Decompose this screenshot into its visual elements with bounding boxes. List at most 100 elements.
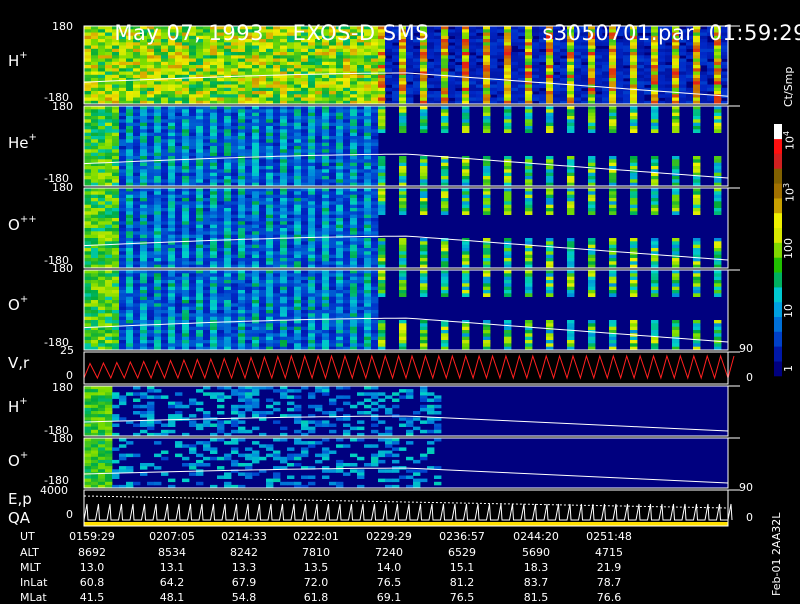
heatmap-cell <box>630 194 638 199</box>
heatmap-cell <box>161 71 169 76</box>
heatmap-cell <box>147 109 155 113</box>
heatmap-cell <box>154 84 162 89</box>
heatmap-cell <box>623 58 631 63</box>
heatmap-cell <box>315 129 323 133</box>
heatmap-cell <box>105 156 113 160</box>
heatmap-cell <box>189 91 197 95</box>
heatmap-cell <box>504 42 512 46</box>
heatmap-cell <box>322 74 330 79</box>
heatmap-cell <box>91 52 99 56</box>
heatmap-cell <box>91 126 99 130</box>
heatmap-cell <box>182 201 190 205</box>
heatmap-cell <box>189 211 197 215</box>
heatmap-cell <box>525 122 533 127</box>
heatmap-cell <box>462 106 470 110</box>
heatmap-cell <box>84 273 92 277</box>
heatmap-cell <box>140 129 148 133</box>
heatmap-cell <box>133 152 141 157</box>
heatmap-cell <box>350 116 358 120</box>
heatmap-cell <box>399 97 407 102</box>
heatmap-cell <box>238 231 246 235</box>
heatmap-cell <box>371 122 379 127</box>
heatmap-cell <box>84 254 92 259</box>
heatmap-cell <box>336 238 344 242</box>
heatmap-cell <box>322 179 330 183</box>
heatmap-cell <box>469 58 477 63</box>
heatmap-cell <box>112 61 120 66</box>
heatmap-cell <box>189 132 197 137</box>
heatmap-cell <box>553 84 561 89</box>
heatmap-cell <box>315 122 323 127</box>
heatmap-cell <box>462 26 470 30</box>
heatmap-cell <box>224 201 232 205</box>
heatmap-cell <box>98 258 106 262</box>
heatmap-cell <box>413 84 421 89</box>
heatmap-cell <box>490 42 498 46</box>
heatmap-cell <box>203 55 211 59</box>
heatmap-cell <box>364 191 372 195</box>
heatmap-cell <box>203 146 211 150</box>
heatmap-cell <box>672 97 680 102</box>
heatmap-cell <box>133 87 141 92</box>
heatmap-cell <box>266 176 274 180</box>
heatmap-cell <box>231 198 239 202</box>
heatmap-cell <box>175 52 183 56</box>
heatmap-cell <box>630 188 638 192</box>
heatmap-cell <box>119 172 127 177</box>
heatmap-cell <box>343 109 351 113</box>
heatmap-cell <box>140 91 148 95</box>
heatmap-cell <box>196 159 204 163</box>
heatmap-cell <box>308 211 316 215</box>
heatmap-cell <box>385 58 393 63</box>
heatmap-cell <box>329 45 337 50</box>
heatmap-cell <box>301 191 309 195</box>
heatmap-cell <box>231 48 239 53</box>
heatmap-cell <box>287 251 295 255</box>
heatmap-cell <box>329 119 337 123</box>
heatmap-cell <box>161 156 169 160</box>
heatmap-cell <box>672 169 680 173</box>
heatmap-cell <box>238 94 246 98</box>
heatmap-cell <box>126 149 134 153</box>
heatmap-cell <box>217 258 225 262</box>
heatmap-cell <box>287 136 295 140</box>
heatmap-cell <box>238 91 246 95</box>
heatmap-cell <box>441 81 449 85</box>
heatmap-cell <box>343 188 351 192</box>
heatmap-cell <box>140 116 148 120</box>
heatmap-cell <box>567 254 575 259</box>
heatmap-cell <box>693 258 701 262</box>
heatmap-cell <box>140 198 148 202</box>
heatmap-cell <box>399 238 407 242</box>
heatmap-cell <box>462 39 470 43</box>
heatmap-cell <box>399 109 407 113</box>
heatmap-cell <box>105 300 113 304</box>
heatmap-cell <box>525 58 533 63</box>
heatmap-cell <box>140 270 148 274</box>
heatmap-cell <box>168 198 176 202</box>
heatmap-cell <box>462 116 470 120</box>
heatmap-cell <box>322 231 330 235</box>
heatmap-cell <box>91 172 99 177</box>
heatmap-cell <box>553 97 561 102</box>
heatmap-cell <box>112 224 120 229</box>
heatmap-cell <box>329 81 337 85</box>
heatmap-cell <box>371 198 379 202</box>
heatmap-cell <box>224 55 232 59</box>
heatmap-cell <box>329 224 337 229</box>
heatmap-cell <box>105 71 113 76</box>
heatmap-cell <box>364 52 372 56</box>
heatmap-cell <box>140 234 148 239</box>
heatmap-cell <box>133 261 141 265</box>
heatmap-cell <box>504 238 512 242</box>
heatmap-cell <box>609 61 617 66</box>
heatmap-cell <box>539 52 547 56</box>
heatmap-cell <box>196 81 204 85</box>
heatmap-cell <box>539 97 547 102</box>
heatmap-cell <box>350 68 358 72</box>
heatmap-cell <box>350 74 358 79</box>
heatmap-cell <box>357 48 365 53</box>
heatmap-cell <box>105 204 113 209</box>
heatmap-cell <box>441 84 449 89</box>
heatmap-cell <box>231 258 239 262</box>
